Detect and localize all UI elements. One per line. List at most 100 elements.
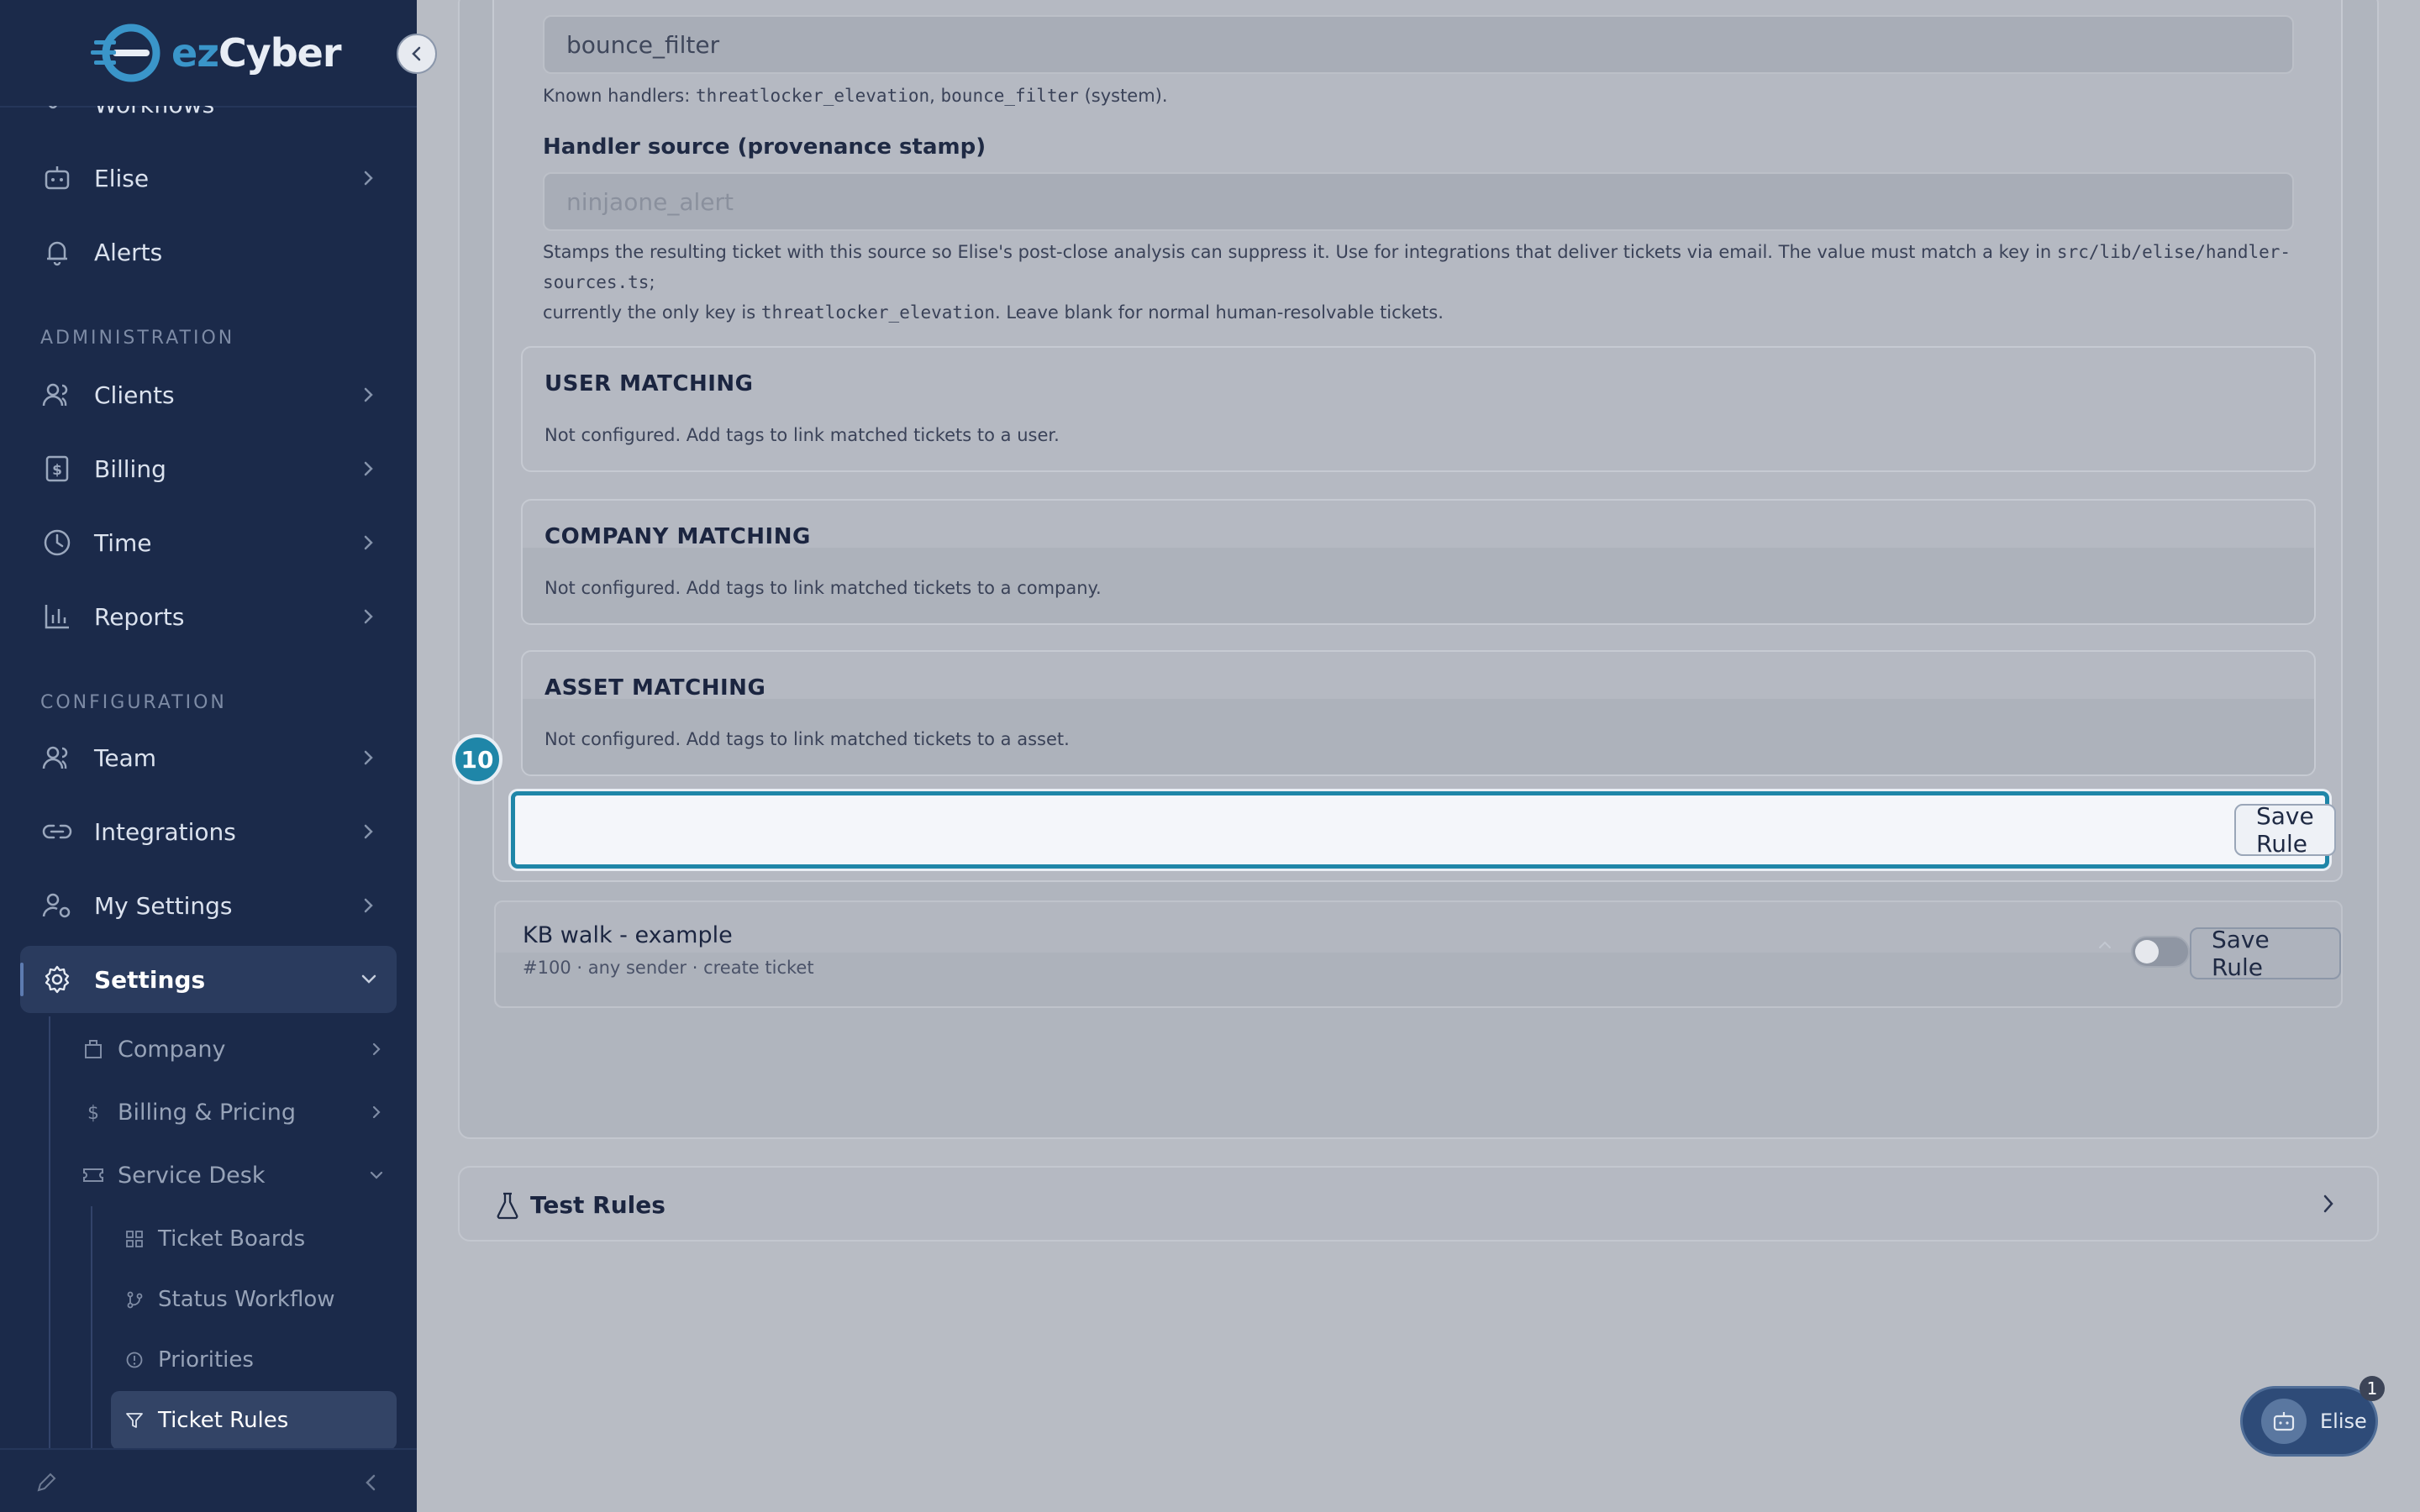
workflow-icon <box>39 106 76 123</box>
user-matching-message: Not configured. Add tags to link matched… <box>544 425 1060 445</box>
save-rule-button[interactable]: Save Rule <box>2234 802 2336 858</box>
flask-icon <box>495 1191 520 1223</box>
sidebar-subitem-billing-pricing[interactable]: $ Billing & Pricing <box>77 1084 397 1140</box>
sidebar-item-label: Integrations <box>94 817 236 846</box>
handler-help-text: (system). <box>1078 86 1168 106</box>
sidebar-item-label: Reports <box>94 602 185 631</box>
asset-matching-card: ASSET MATCHING Not configured. Add tags … <box>521 650 2316 776</box>
svg-text:$: $ <box>52 462 62 479</box>
tree-line <box>91 1206 92 1448</box>
elise-button-label: Elise <box>2320 1410 2367 1433</box>
svg-text:$: $ <box>87 1103 99 1123</box>
user-matching-title: USER MATCHING <box>544 371 754 396</box>
handler-source-label: Handler source (provenance stamp) <box>543 134 986 160</box>
sidebar-item-clients[interactable]: Clients <box>20 361 397 428</box>
chevron-up-icon[interactable] <box>2097 937 2112 953</box>
sidebar-subitem-label: Priorities <box>158 1347 254 1373</box>
handler-source-help: Stamps the resulting ticket with this so… <box>543 237 2307 328</box>
chevron-right-icon <box>356 819 381 844</box>
sidebar-subitem-label: Ticket Boards <box>158 1226 306 1252</box>
sidebar-item-label: Alerts <box>94 238 163 266</box>
elise-assistant-button[interactable]: Elise <box>2240 1386 2378 1457</box>
chevron-down-icon <box>356 967 381 992</box>
section-label-administration: ADMINISTRATION <box>40 328 235 349</box>
handler-help-text: Known handlers: <box>543 86 696 106</box>
chevron-right-icon <box>356 604 381 629</box>
sidebar-subitem-ticket-rules[interactable]: Ticket Rules <box>111 1391 397 1450</box>
sidebar-subitem-label: Company <box>118 1036 226 1063</box>
section-label-configuration: CONFIGURATION <box>40 692 227 713</box>
link-icon <box>39 813 76 850</box>
source-help-text: ; <box>649 272 655 292</box>
sidebar-item-time[interactable]: Time <box>20 509 397 576</box>
notification-badge: 1 <box>2360 1376 2385 1401</box>
sidebar-subitem-priorities[interactable]: Priorities <box>111 1331 397 1389</box>
source-help-code: threatlocker_elevation <box>760 302 995 323</box>
pencil-icon[interactable] <box>32 1468 60 1497</box>
ezcyber-wordmark: ezCyber <box>171 30 342 76</box>
active-indicator <box>20 963 24 996</box>
handler-code: bounce_filter <box>940 86 1079 106</box>
sidebar-subitem-label: Billing & Pricing <box>118 1099 297 1126</box>
rule-enabled-toggle[interactable] <box>2131 936 2190 968</box>
sidebar-subitem-label: Service Desk <box>118 1162 266 1189</box>
alert-circle-icon <box>123 1348 146 1372</box>
sidebar-subitem-status-workflow[interactable]: Status Workflow <box>111 1270 397 1329</box>
building-icon <box>81 1037 106 1062</box>
bot-icon <box>39 160 76 197</box>
sidebar-item-integrations[interactable]: Integrations <box>20 798 397 865</box>
chevron-right-icon <box>356 893 381 918</box>
sidebar-item-label: My Settings <box>94 891 233 920</box>
dollar-icon: $ <box>81 1100 106 1125</box>
sidebar-subitem-ticket-boards[interactable]: Ticket Boards <box>111 1210 397 1268</box>
sidebar-item-label: Elise <box>94 164 150 192</box>
sidebar-item-label: Workflows <box>94 90 215 118</box>
handler-source-input[interactable]: ninjaone_alert <box>543 172 2294 231</box>
sidebar-item-label: Settings <box>94 965 206 994</box>
sidebar-subitem-company[interactable]: Company <box>77 1021 397 1077</box>
collapse-sidebar-button[interactable] <box>397 34 437 74</box>
sidebar-item-reports[interactable]: Reports <box>20 583 397 650</box>
sidebar-item-settings[interactable]: Settings <box>20 946 397 1013</box>
grid-icon <box>123 1227 146 1251</box>
handler-code: threatlocker_elevation <box>696 86 930 106</box>
sidebar: ezCyber Workflows Elise Alerts ADMINISTR… <box>0 0 437 1512</box>
user-matching-card: USER MATCHING Not configured. Add tags t… <box>521 346 2316 472</box>
source-help-text: . Leave blank for normal human-resolvabl… <box>994 302 1444 323</box>
chevron-left-icon[interactable] <box>356 1468 385 1497</box>
chevron-left-icon <box>412 46 421 61</box>
chevron-right-icon <box>2322 1193 2335 1218</box>
rule-row[interactable]: KB walk - example #100 · any sender · cr… <box>494 900 2343 1008</box>
sidebar-item-label: Team <box>94 743 157 772</box>
sidebar-item-team[interactable]: Team <box>20 724 397 791</box>
source-help-text: currently the only key is <box>543 302 761 323</box>
chevron-right-icon <box>365 1037 388 1061</box>
test-rules-card[interactable]: Test Rules <box>458 1166 2379 1242</box>
rule-title: KB walk - example <box>523 922 733 948</box>
source-help-text: Stamps the resulting ticket with this so… <box>543 242 2057 262</box>
save-rule-bar: Save Rule <box>511 791 2336 869</box>
company-matching-message: Not configured. Add tags to link matched… <box>544 578 1102 598</box>
wordmark-ez: ez <box>171 30 219 76</box>
sidebar-subitem-service-desk[interactable]: Service Desk <box>77 1147 397 1203</box>
users-icon <box>39 376 76 413</box>
sidebar-item-label: Billing <box>94 454 166 483</box>
ezcyber-logo[interactable]: ezCyber <box>91 22 342 84</box>
chevron-right-icon <box>356 165 381 191</box>
sidebar-item-my-settings[interactable]: My Settings <box>20 872 397 939</box>
sidebar-item-label: Time <box>94 528 152 557</box>
bell-icon <box>39 234 76 270</box>
sidebar-item-billing[interactable]: $ Billing <box>20 435 397 502</box>
asset-matching-message: Not configured. Add tags to link matched… <box>544 729 1070 749</box>
sidebar-footer <box>0 1448 417 1512</box>
company-matching-title: COMPANY MATCHING <box>544 524 811 549</box>
git-branch-icon <box>123 1288 146 1311</box>
handler-help: Known handlers: threatlocker_elevation, … <box>543 81 2307 111</box>
sidebar-item-elise[interactable]: Elise <box>20 144 397 212</box>
sidebar-item-alerts[interactable]: Alerts <box>20 218 397 286</box>
handler-input[interactable]: bounce_filter <box>543 15 2294 74</box>
chevron-right-icon <box>365 1100 388 1124</box>
toggle-knob <box>2135 940 2159 963</box>
handler-source-placeholder: ninjaone_alert <box>566 187 734 216</box>
save-rule-button[interactable]: Save Rule <box>2190 926 2341 981</box>
